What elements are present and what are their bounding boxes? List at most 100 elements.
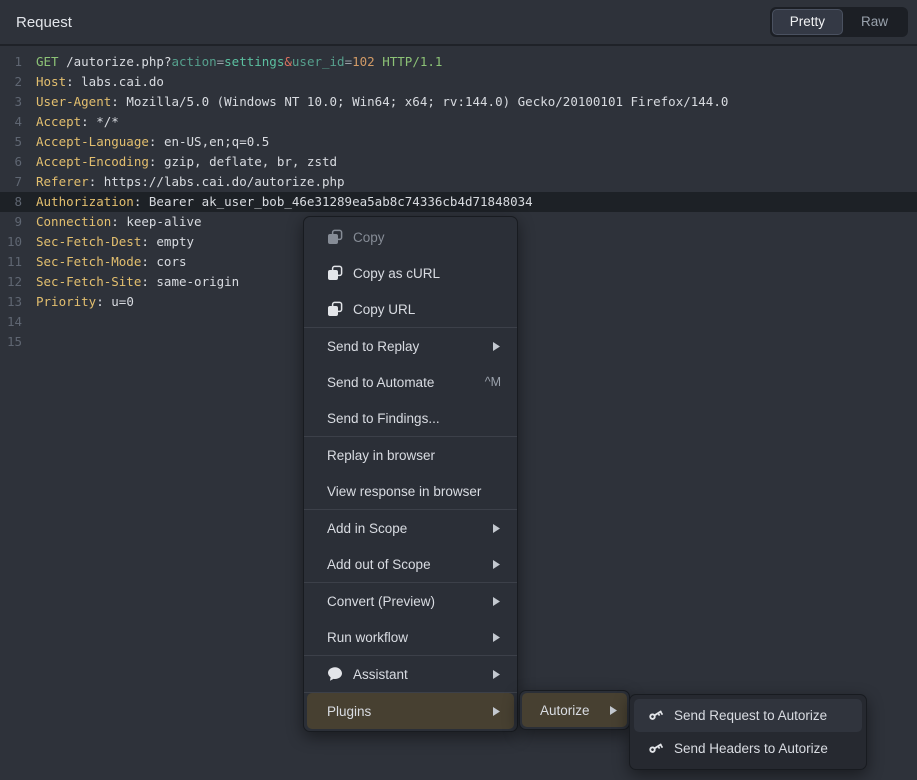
menu-item-label: Copy xyxy=(353,230,501,245)
line-number: 9 xyxy=(0,212,22,232)
shortcut-hint: ^M xyxy=(485,375,501,389)
menu-item-send-request-to-autorize[interactable]: Send Request to Autorize xyxy=(634,699,862,732)
code-token: : https://labs.cai.do/autorize.php xyxy=(89,174,345,189)
code-token: Priority xyxy=(36,294,96,309)
key-icon xyxy=(648,741,664,757)
code-token: : */* xyxy=(81,114,119,129)
code-line[interactable]: 3User-Agent: Mozilla/5.0 (Windows NT 10.… xyxy=(0,92,917,112)
code-line[interactable]: 6 Accept-Encoding: gzip, deflate, br, zst… xyxy=(0,152,917,172)
menu-item-label: Send to Replay xyxy=(327,339,484,354)
submenu-arrow-icon xyxy=(492,669,501,680)
code-token: : Bearer ak_user_bob_46e31289ea5ab8c7433… xyxy=(134,194,533,209)
code-token: User-Agent xyxy=(36,94,111,109)
line-number: 5 xyxy=(0,132,22,152)
menu-item-label: Plugins xyxy=(327,704,484,719)
context-menu: Copy Copy as cURL Copy URL Send to Replay Se… xyxy=(303,216,518,732)
code-token: : u=0 xyxy=(96,294,134,309)
code-text: Sec-Fetch-Dest: empty xyxy=(36,232,194,252)
code-token: Accept-Language xyxy=(36,134,149,149)
menu-item-label: Send Headers to Autorize xyxy=(674,741,852,756)
menu-item-label: Copy URL xyxy=(353,302,501,317)
menu-item-convert-preview[interactable]: Convert (Preview) xyxy=(307,583,514,619)
chat-icon xyxy=(327,666,343,682)
submenu-arrow-icon xyxy=(492,632,501,643)
menu-item-add-in-scope[interactable]: Add in Scope xyxy=(307,510,514,546)
menu-item-copy-as-curl[interactable]: Copy as cURL xyxy=(307,255,514,291)
code-token: : empty xyxy=(141,234,194,249)
key-icon xyxy=(648,708,664,724)
code-line[interactable]: 1GET /autorize.php?action=settings&user_… xyxy=(0,52,917,72)
submenu-arrow-icon xyxy=(492,706,501,717)
line-number: 11 xyxy=(0,252,22,272)
code-text: Priority: u=0 xyxy=(36,292,134,312)
menu-item-copy-url[interactable]: Copy URL xyxy=(307,291,514,327)
line-number: 14 xyxy=(0,312,22,332)
line-number: 12 xyxy=(0,272,22,292)
code-token: : en-US,en;q=0.5 xyxy=(149,134,269,149)
code-token: Host xyxy=(36,74,66,89)
menu-item-view-response-in-browser[interactable]: View response in browser xyxy=(307,473,514,509)
menu-item-label: Replay in browser xyxy=(327,448,501,463)
submenu-arrow-icon xyxy=(492,523,501,534)
code-token: Authorization xyxy=(36,194,134,209)
code-text: Sec-Fetch-Mode: cors xyxy=(36,252,187,272)
submenu-arrow-icon xyxy=(609,705,618,716)
menu-item-send-to-automate[interactable]: Send to Automate^M xyxy=(307,364,514,400)
menu-item-autorize[interactable]: Autorize xyxy=(522,693,627,727)
code-text: Accept: */* xyxy=(36,112,119,132)
code-token: /autorize.php? xyxy=(66,54,171,69)
line-number: 6 xyxy=(0,152,22,172)
code-text: User-Agent: Mozilla/5.0 (Windows NT 10.0… xyxy=(36,92,728,112)
code-line-highlighted[interactable]: 8Authorization: Bearer ak_user_bob_46e31… xyxy=(0,192,917,212)
menu-item-label: Send to Findings... xyxy=(327,411,501,426)
submenu-arrow-icon xyxy=(492,559,501,570)
code-token: Referer xyxy=(36,174,89,189)
raw-button[interactable]: Raw xyxy=(843,9,906,35)
view-toggle: Pretty Raw xyxy=(770,7,908,37)
line-number: 15 xyxy=(0,332,22,352)
menu-item-send-to-findings[interactable]: Send to Findings... xyxy=(307,400,514,436)
menu-item-label: Add out of Scope xyxy=(327,557,484,572)
code-text: Host: labs.cai.do xyxy=(36,72,164,92)
code-text: Authorization: Bearer ak_user_bob_46e312… xyxy=(36,192,533,212)
code-text: Accept-Encoding: gzip, deflate, br, zstd xyxy=(36,152,337,172)
line-number: 2 xyxy=(0,72,22,92)
code-line[interactable]: 7 Referer: https://labs.cai.do/autorize.p… xyxy=(0,172,917,192)
menu-item-send-to-replay[interactable]: Send to Replay xyxy=(307,328,514,364)
code-token: : cors xyxy=(141,254,186,269)
menu-item-copy[interactable]: Copy xyxy=(307,219,514,255)
code-token: : keep-alive xyxy=(111,214,201,229)
pretty-button[interactable]: Pretty xyxy=(772,9,843,35)
code-token: Connection xyxy=(36,214,111,229)
code-text: Referer: https://labs.cai.do/autorize.ph… xyxy=(36,172,345,192)
code-token: : same-origin xyxy=(141,274,239,289)
panel-title: Request xyxy=(16,14,72,31)
menu-item-replay-in-browser[interactable]: Replay in browser xyxy=(307,437,514,473)
submenu-arrow-icon xyxy=(492,596,501,607)
code-token: GET xyxy=(36,54,66,69)
line-number: 7 xyxy=(0,172,22,192)
menu-item-plugins[interactable]: Plugins xyxy=(307,693,514,729)
code-line[interactable]: 2 Host: labs.cai.do xyxy=(0,72,917,92)
code-token: HTTP/1.1 xyxy=(382,54,442,69)
code-text: Connection: keep-alive xyxy=(36,212,202,232)
code-line[interactable]: 4Accept: */* xyxy=(0,112,917,132)
code-token: : Mozilla/5.0 (Windows NT 10.0; Win64; x… xyxy=(111,94,728,109)
code-token: Accept xyxy=(36,114,81,129)
menu-item-assistant[interactable]: Assistant xyxy=(307,656,514,692)
menu-item-run-workflow[interactable]: Run workflow xyxy=(307,619,514,655)
menu-item-label: Add in Scope xyxy=(327,521,484,536)
menu-item-label: Copy as cURL xyxy=(353,266,501,281)
menu-item-label: Run workflow xyxy=(327,630,484,645)
line-number: 1 xyxy=(0,52,22,72)
menu-item-label: Autorize xyxy=(540,703,601,718)
plugins-submenu: Autorize xyxy=(519,690,630,730)
submenu-arrow-icon xyxy=(492,341,501,352)
code-text: Accept-Language: en-US,en;q=0.5 xyxy=(36,132,269,152)
code-line[interactable]: 5 Accept-Language: en-US,en;q=0.5 xyxy=(0,132,917,152)
code-token: Sec-Fetch-Site xyxy=(36,274,141,289)
menu-item-label: Send Request to Autorize xyxy=(674,708,852,723)
code-token: = xyxy=(345,54,353,69)
menu-item-add-out-of-scope[interactable]: Add out of Scope xyxy=(307,546,514,582)
menu-item-send-headers-to-autorize[interactable]: Send Headers to Autorize xyxy=(634,732,862,765)
